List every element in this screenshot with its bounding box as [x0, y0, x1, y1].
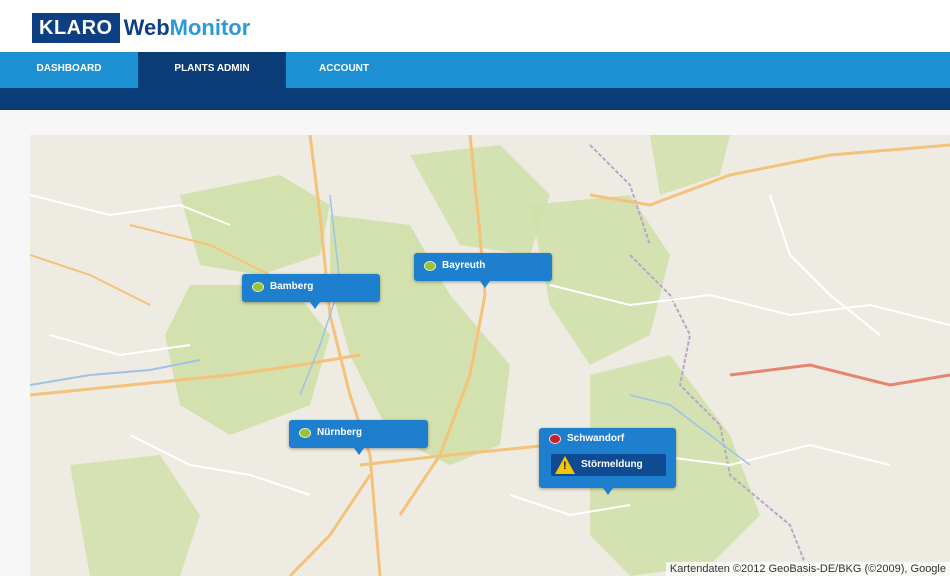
tab-plants-admin[interactable]: PLANTS ADMIN — [138, 52, 286, 88]
warning-icon-mark: ! — [563, 460, 567, 472]
status-ok-icon — [424, 261, 436, 271]
logo-monitor: Monitor — [169, 15, 251, 40]
marker-label: Bayreuth — [442, 260, 486, 271]
map-background — [30, 135, 950, 576]
map-marker-schwandorf[interactable]: Schwandorf ! Störmeldung — [539, 428, 676, 495]
brand-logo[interactable]: KLARO Web Monitor — [32, 13, 251, 43]
sub-bar — [0, 88, 950, 110]
map-marker-bamberg[interactable]: Bamberg — [242, 274, 380, 309]
status-error-icon — [549, 434, 561, 444]
tab-dashboard[interactable]: DASHBOARD — [0, 52, 138, 88]
marker-label: Schwandorf — [567, 433, 625, 444]
alert-badge[interactable]: ! Störmeldung — [551, 454, 666, 476]
main-nav: DASHBOARD PLANTS ADMIN ACCOUNT — [0, 52, 950, 88]
map-marker-nuernberg[interactable]: Nürnberg — [289, 420, 428, 455]
alert-label: Störmeldung — [581, 459, 643, 470]
status-ok-icon — [252, 282, 264, 292]
plants-map[interactable]: Bamberg Bayreuth Nürnberg Schwandorf ! S… — [30, 135, 950, 576]
map-marker-bayreuth[interactable]: Bayreuth — [414, 253, 552, 288]
map-attribution: Kartendaten ©2012 GeoBasis-DE/BKG (©2009… — [665, 562, 950, 576]
header: KLARO Web Monitor — [0, 0, 950, 52]
marker-label: Bamberg — [270, 281, 314, 292]
status-ok-icon — [299, 428, 311, 438]
logo-klaro: KLARO — [32, 13, 120, 43]
marker-label: Nürnberg — [317, 427, 362, 438]
tab-account[interactable]: ACCOUNT — [286, 52, 402, 88]
logo-web: Web — [123, 15, 170, 40]
